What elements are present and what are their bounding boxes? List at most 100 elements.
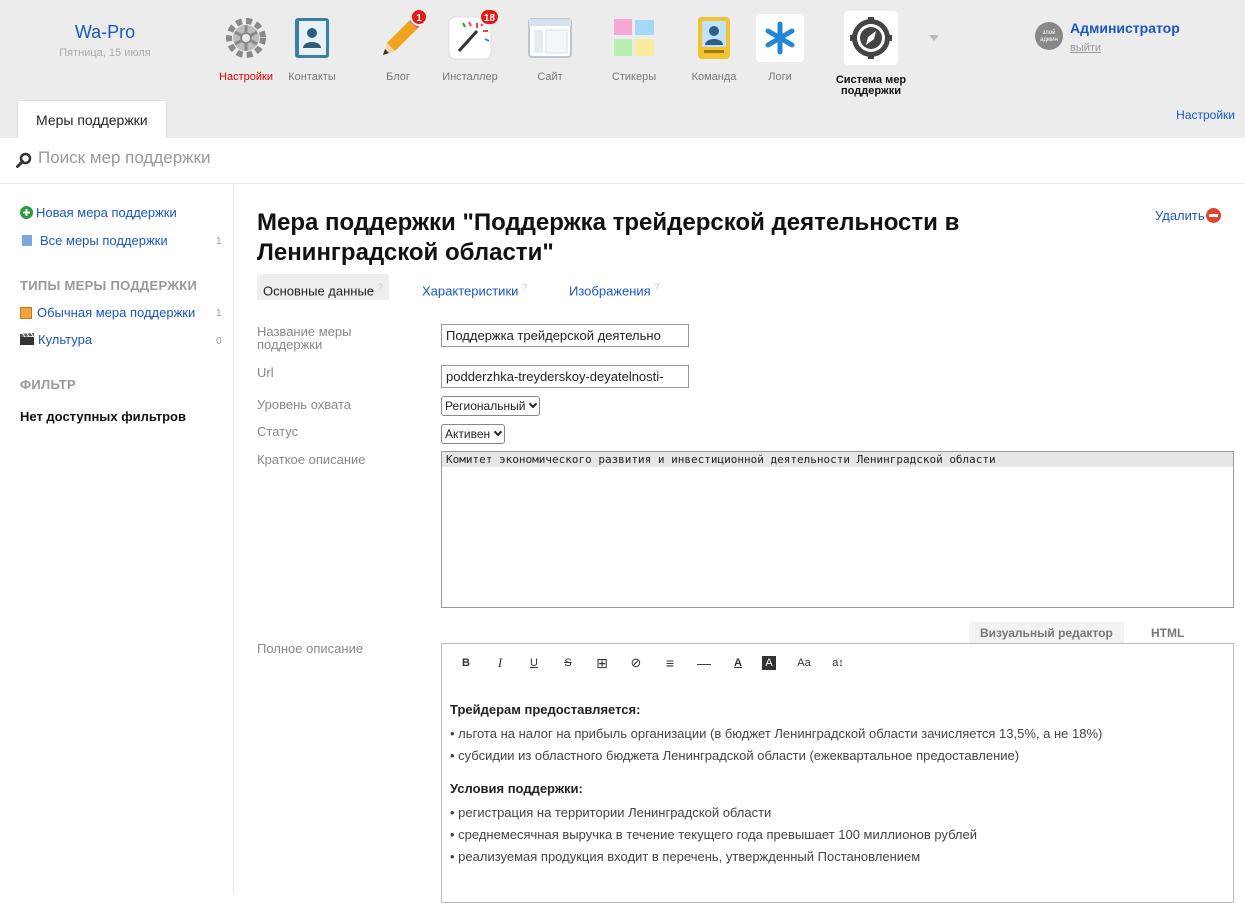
app-label: Стикеры — [611, 71, 657, 83]
url-field-label: Url — [257, 365, 274, 380]
tab-images[interactable]: Изображения ? — [569, 274, 659, 300]
app-blog[interactable]: 1 Блог — [363, 8, 433, 83]
text-color-button[interactable]: A — [728, 653, 748, 673]
logs-asterisk-icon — [756, 14, 804, 62]
underline-button[interactable]: U — [524, 653, 544, 673]
sidebar-item-label: Обычная мера поддержки — [37, 305, 196, 320]
avatar[interactable]: злой админ — [1035, 22, 1063, 50]
installer-wand-icon: 18 — [446, 8, 500, 62]
coverage-field-label: Уровень охвата — [257, 397, 352, 412]
box-icon — [20, 307, 32, 319]
name-field-label: Название меры поддержки — [257, 324, 352, 352]
brand[interactable]: Wa-Pro Пятница, 15 июля — [0, 22, 210, 59]
sidebar-item-regular-measure[interactable]: Обычная мера поддержки — [20, 305, 195, 320]
app-label: Логи — [768, 71, 792, 83]
stickers-icon — [610, 14, 658, 62]
font-size-button[interactable]: Aa — [794, 653, 814, 673]
more-apps-chevron-down-icon[interactable] — [929, 35, 939, 41]
coverage-value: Региональный — [445, 399, 526, 413]
app-site[interactable]: Сайт — [515, 14, 585, 83]
search-icon — [16, 152, 32, 168]
editor-content[interactable]: Трейдерам предоставляется: • льгота на н… — [442, 682, 1233, 868]
sidebar: Новая мера поддержки Все меры поддержки … — [0, 185, 234, 894]
coverage-select[interactable]: Региональный — [441, 396, 541, 416]
tab-label: Характеристики — [422, 283, 519, 299]
team-card-icon — [690, 14, 738, 62]
pencil-icon: 1 — [374, 8, 428, 62]
tab-main-data[interactable]: Основные данные ? — [257, 274, 389, 300]
regular-measure-count: 1 — [216, 308, 222, 319]
app-stickers[interactable]: Стикеры — [599, 14, 669, 83]
user-name-link[interactable]: Администратор — [1070, 20, 1180, 36]
app-label: Сайт — [537, 71, 563, 83]
culture-count: 0 — [216, 336, 222, 347]
filter-heading: ФИЛЬТР — [20, 377, 77, 392]
editor-toolbar: B I U S ⊞ ⊘ ≡ — A A Aa a↕ — [442, 644, 1233, 682]
link-button[interactable]: ⊘ — [626, 653, 646, 673]
content-heading: Условия поддержки: — [450, 781, 583, 796]
app-team[interactable]: Команда — [679, 14, 749, 83]
app-label: Настройки — [219, 71, 273, 83]
settings-link[interactable]: Настройки — [1176, 108, 1235, 122]
app-label: Система мер поддержки — [835, 74, 907, 97]
logout-link[interactable]: выйти — [1070, 42, 1101, 54]
list-item: • реализуемая продукция входит в перечен… — [450, 849, 921, 864]
current-date: Пятница, 15 июля — [59, 47, 151, 59]
tab-characteristics[interactable]: Характеристики ? — [422, 274, 527, 300]
app-logs[interactable]: Логи — [745, 14, 815, 83]
compass-icon — [844, 11, 898, 65]
new-measure-label: Новая мера поддержки — [36, 205, 177, 220]
brand-name[interactable]: Wa-Pro — [0, 22, 210, 43]
name-field[interactable]: Поддержка трейдерской деятельно — [441, 324, 689, 347]
background-color-button[interactable]: A — [762, 656, 776, 670]
contacts-book-icon — [288, 14, 336, 62]
rich-text-editor[interactable]: B I U S ⊞ ⊘ ≡ — A A Aa a↕ Трейдерам пред… — [441, 643, 1234, 903]
app-contacts[interactable]: Контакты — [277, 14, 347, 83]
italic-button[interactable]: I — [490, 653, 510, 673]
no-filters-text: Нет доступных фильтров — [20, 409, 186, 424]
app-label: Контакты — [288, 71, 336, 83]
align-button[interactable]: ≡ — [660, 653, 680, 673]
line-height-button[interactable]: a↕ — [828, 653, 848, 673]
list-item: • регистрация на территории Ленинградско… — [450, 805, 772, 820]
chevron-down-icon — [493, 427, 503, 437]
site-window-icon — [526, 14, 574, 62]
app-installer[interactable]: 18 Инсталлер — [435, 8, 505, 83]
bold-button[interactable]: B — [456, 653, 476, 673]
sidebar-item-label: Все меры поддержки — [40, 233, 168, 248]
delete-button[interactable]: Удалить — [1155, 208, 1221, 223]
all-measures-count: 1 — [216, 236, 222, 247]
list-item: • среднемесячная выручка в течение текущ… — [450, 827, 978, 842]
url-field[interactable]: podderzhka-treyderskoy-deyatelnosti- — [441, 365, 689, 388]
app-label: Команда — [691, 71, 737, 83]
top-app-bar: Wa-Pro Пятница, 15 июля Настройки Контак… — [0, 0, 1245, 138]
horizontal-rule-button[interactable]: — — [694, 653, 714, 673]
list-item: • льгота на налог на прибыль организации… — [450, 726, 1103, 741]
delete-circle-icon — [1205, 208, 1221, 223]
add-circle-icon — [20, 206, 33, 219]
sidebar-item-all-measures[interactable]: Все меры поддержки — [20, 233, 168, 248]
full-description-label: Полное описание — [257, 641, 364, 656]
search-input[interactable] — [38, 148, 538, 168]
status-select[interactable]: Активен — [441, 424, 506, 444]
strikethrough-button[interactable]: S — [558, 653, 578, 673]
clapperboard-icon — [20, 332, 34, 345]
status-field-label: Статус — [257, 424, 299, 439]
table-button[interactable]: ⊞ — [592, 653, 612, 673]
tab-visual-editor[interactable]: Визуальный редактор — [969, 622, 1124, 644]
sidebar-item-culture[interactable]: Культура — [20, 332, 92, 347]
app-label: Блог — [386, 71, 410, 83]
tab-support-measures[interactable]: Меры поддержки — [17, 100, 167, 138]
short-description-textarea[interactable]: Комитет экономического развития и инвест… — [441, 451, 1234, 608]
sidebar-item-label: Культура — [38, 332, 93, 347]
gear-icon — [222, 14, 270, 62]
app-settings[interactable]: Настройки — [211, 14, 281, 83]
tab-label: Основные данные — [263, 283, 375, 299]
help-icon: ? — [377, 282, 383, 292]
chevron-down-icon — [529, 399, 538, 409]
app-support-system[interactable]: Система мер поддержки — [831, 11, 911, 97]
new-measure-link[interactable]: Новая мера поддержки — [20, 205, 177, 220]
search-bar — [0, 138, 1245, 184]
tab-html-editor[interactable]: HTML — [1140, 622, 1195, 644]
page-title: Мера поддержки "Поддержка трейдерской де… — [257, 209, 960, 266]
